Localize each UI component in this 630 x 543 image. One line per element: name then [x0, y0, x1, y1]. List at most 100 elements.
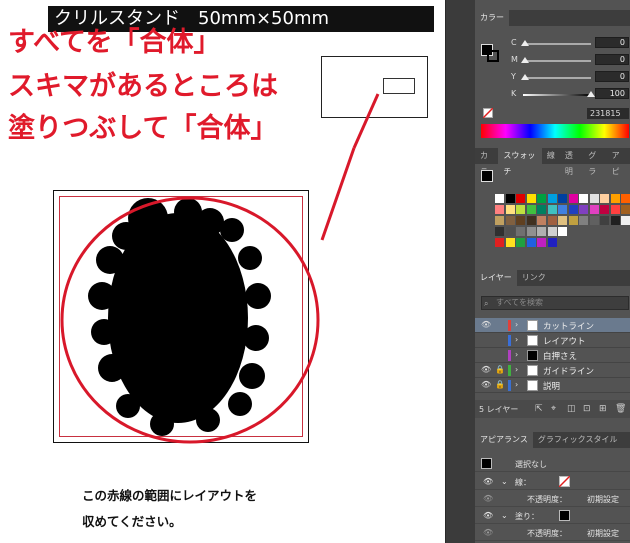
lock-icon[interactable]: 🔒	[495, 380, 505, 389]
slider-k[interactable]: K 100	[511, 88, 629, 101]
layer-row-white-base[interactable]: › 白押さえ	[475, 348, 630, 363]
none-color-icon[interactable]	[483, 108, 493, 118]
tab-stroke[interactable]: 線	[542, 148, 560, 164]
swatch-chip[interactable]	[610, 194, 620, 203]
layer-name[interactable]: 白押さえ	[543, 350, 577, 362]
lock-icon[interactable]: 🔒	[495, 365, 505, 374]
slider-c-thumb[interactable]	[521, 40, 529, 46]
swatch-chip[interactable]	[558, 205, 567, 214]
swatch-chip[interactable]	[526, 194, 536, 203]
swatch-chip[interactable]	[568, 205, 578, 214]
appearance-stroke-opacity-row[interactable]: 👁 不透明度： 初期設定	[475, 491, 630, 507]
eye-icon[interactable]: 👁	[481, 365, 491, 374]
swatch-chip[interactable]	[516, 238, 525, 247]
trash-icon[interactable]: 🗑	[615, 404, 626, 414]
swatch-chip[interactable]	[621, 205, 630, 214]
eye-icon[interactable]: 👁	[481, 380, 491, 389]
tab-links[interactable]: リンク	[517, 270, 551, 286]
swatch-chip[interactable]	[526, 227, 536, 236]
swatch-chip[interactable]	[610, 216, 620, 225]
layer-row-description[interactable]: 👁 🔒 › 説明	[475, 378, 630, 393]
expand-arrow-icon[interactable]: ›	[515, 380, 518, 389]
swatch-chip[interactable]	[547, 194, 557, 203]
layer-name[interactable]: 説明	[543, 380, 560, 392]
swatch-chip[interactable]	[547, 227, 557, 236]
swatch-chip[interactable]	[568, 194, 578, 203]
swatch-chip[interactable]	[568, 216, 578, 225]
swatch-chip[interactable]	[495, 227, 504, 236]
layer-row-guideline[interactable]: 👁 🔒 › ガイドライン	[475, 363, 630, 378]
expand-arrow-icon[interactable]: ›	[515, 320, 518, 329]
chevron-down-icon[interactable]: ⌄	[501, 511, 508, 520]
slider-k-track[interactable]	[523, 94, 591, 96]
appearance-fill-row[interactable]: 👁 ⌄ 塗り：	[475, 508, 630, 524]
slider-m-track[interactable]	[523, 60, 591, 62]
opacity-value[interactable]: 初期設定	[587, 528, 619, 539]
swatch-chip[interactable]	[537, 227, 546, 236]
swatch-chip[interactable]	[526, 238, 536, 247]
stroke-swatch[interactable]	[559, 476, 570, 487]
swatch-chip[interactable]	[495, 194, 504, 203]
tab-color[interactable]: カラー	[475, 10, 509, 26]
swatch-chip[interactable]	[558, 194, 567, 203]
swatch-chip[interactable]	[495, 205, 504, 214]
swatch-fill-icon[interactable]	[481, 170, 493, 182]
swatch-chip[interactable]	[579, 194, 588, 203]
swatch-chip[interactable]	[610, 205, 620, 214]
slider-y-track[interactable]	[523, 77, 591, 79]
slider-m-value[interactable]: 0	[595, 54, 629, 65]
appearance-stroke-row[interactable]: 👁 ⌄ 線：	[475, 474, 630, 490]
swatch-chip[interactable]	[505, 227, 515, 236]
swatch-chip[interactable]	[547, 216, 557, 225]
tab-layers[interactable]: レイヤー	[475, 270, 517, 286]
eye-icon[interactable]: 👁	[483, 477, 493, 486]
swatch-chip[interactable]	[600, 205, 609, 214]
layer-row-cutline[interactable]: 👁 › カットライン	[475, 318, 630, 333]
tab-swatches[interactable]: スウォッチ	[498, 148, 542, 176]
swatch-chip[interactable]	[505, 216, 515, 225]
clip-mask-icon[interactable]: ◫	[567, 404, 576, 414]
hex-input[interactable]: 231815	[587, 108, 629, 119]
swatch-chip[interactable]	[495, 216, 504, 225]
new-layer-icon[interactable]: ⊞	[599, 404, 607, 414]
slider-k-thumb[interactable]	[587, 91, 595, 97]
new-sublayer-icon[interactable]: ⊡	[583, 404, 591, 414]
swatch-chip[interactable]	[547, 238, 557, 247]
swatch-chip[interactable]	[558, 216, 567, 225]
appearance-fill-opacity-row[interactable]: 👁 不透明度： 初期設定	[475, 525, 630, 541]
swatch-chip[interactable]	[589, 194, 599, 203]
layer-name[interactable]: カットライン	[543, 320, 594, 332]
swatch-chip[interactable]	[579, 205, 588, 214]
eye-icon[interactable]: 👁	[483, 494, 493, 503]
swatch-chip[interactable]	[600, 194, 609, 203]
tab-transparency[interactable]: 透明	[560, 148, 583, 176]
slider-m[interactable]: M 0	[511, 54, 629, 67]
layer-search-input[interactable]: すべてを検索	[481, 296, 629, 310]
swatch-chip[interactable]	[547, 205, 557, 214]
slider-c-track[interactable]	[523, 43, 591, 45]
swatch-chip[interactable]	[516, 205, 525, 214]
tab-appearance-short[interactable]: アピ	[607, 148, 630, 176]
swatch-chip[interactable]	[537, 216, 546, 225]
swatch-chip[interactable]	[537, 238, 546, 247]
layer-row-layout[interactable]: › レイアウト	[475, 333, 630, 348]
swatch-chip[interactable]	[516, 227, 525, 236]
tab-graphic-styles[interactable]: グラフィックスタイル	[533, 432, 623, 448]
eye-icon[interactable]: 👁	[483, 528, 493, 537]
layer-name[interactable]: レイアウト	[543, 335, 586, 347]
swatch-chip[interactable]	[537, 194, 546, 203]
swatch-chip[interactable]	[516, 194, 525, 203]
locate-icon[interactable]: ⌖	[551, 404, 556, 414]
tab-appearance[interactable]: アピアランス	[475, 432, 533, 448]
eye-icon[interactable]: 👁	[483, 511, 493, 520]
swatch-chip[interactable]	[526, 205, 536, 214]
swatch-chip[interactable]	[579, 216, 588, 225]
expand-arrow-icon[interactable]: ›	[515, 365, 518, 374]
swatch-chip[interactable]	[526, 216, 536, 225]
chevron-down-icon[interactable]: ⌄	[501, 477, 508, 486]
export-icon[interactable]: ⇱	[535, 404, 543, 414]
slider-c-value[interactable]: 0	[595, 37, 629, 48]
stroke-color-icon[interactable]	[487, 50, 499, 62]
layer-name[interactable]: ガイドライン	[543, 365, 594, 377]
expand-arrow-icon[interactable]: ›	[515, 350, 518, 359]
